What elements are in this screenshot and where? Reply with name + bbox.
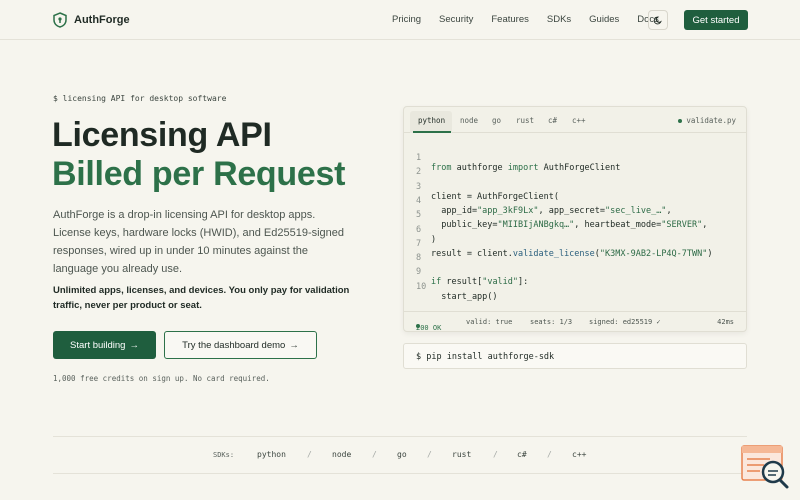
code-line: 5 public_key="MIIBIjANBgkq…", heartbeat_… bbox=[404, 200, 707, 230]
tab-csharp[interactable]: c# bbox=[548, 116, 557, 125]
tab-python[interactable]: python bbox=[418, 116, 445, 125]
tab-cpp[interactable]: c++ bbox=[572, 116, 586, 125]
code-token: "SERVER" bbox=[661, 220, 703, 231]
code-line: 3 client = AuthForgeClient( bbox=[404, 172, 559, 202]
code-token: import bbox=[507, 163, 539, 173]
arrow-right-icon: → bbox=[289, 339, 299, 351]
filename: validate.py bbox=[686, 116, 736, 125]
code-sample-card: python node go rust c# c++ validate.py 1… bbox=[403, 106, 747, 332]
file-status-dot-icon bbox=[678, 118, 683, 123]
active-tab-indicator bbox=[413, 131, 451, 133]
sdk-csharp[interactable]: c# bbox=[517, 450, 527, 459]
code-token: "K3MX-9AB2-LP4Q-7TWN" bbox=[599, 248, 708, 259]
code-token: public_key= bbox=[431, 220, 498, 231]
code-token: ]: bbox=[518, 277, 529, 288]
tab-rust[interactable]: rust bbox=[516, 116, 534, 125]
nav-link-pricing[interactable]: Pricing bbox=[392, 14, 421, 25]
sdk-cpp[interactable]: c++ bbox=[572, 450, 586, 459]
sdk-python[interactable]: python bbox=[257, 450, 286, 459]
hero-title-line1: Licensing API bbox=[52, 116, 272, 154]
status-ok-text: 200 OK bbox=[416, 324, 442, 332]
nav-link-features[interactable]: Features bbox=[491, 14, 529, 25]
sdk-go[interactable]: go bbox=[397, 450, 407, 459]
code-token: , app_secret= bbox=[538, 205, 606, 216]
free-credits-note: 1,000 free credits on sign up. No card r… bbox=[53, 374, 270, 383]
dashboard-demo-label: Try the dashboard demo bbox=[182, 339, 286, 351]
hero-title-line2: Billed per Request bbox=[52, 155, 346, 193]
nav-link-guides[interactable]: Guides bbox=[589, 14, 619, 25]
nav-link-security[interactable]: Security bbox=[439, 14, 473, 25]
brand-shield-icon bbox=[53, 12, 67, 28]
theme-toggle-button[interactable] bbox=[648, 10, 668, 30]
code-text: client = AuthForgeClient( bbox=[431, 191, 559, 202]
code-line: 4 app_id="app_3kF9Lx", app_secret="sec_l… bbox=[404, 186, 672, 216]
hero-description: AuthForge is a drop-in licensing API for… bbox=[53, 209, 345, 275]
code-token: result[ bbox=[441, 277, 483, 288]
search-widget-icon[interactable] bbox=[740, 444, 790, 490]
code-line: 10 start_app() bbox=[404, 272, 498, 302]
sdk-separator: / bbox=[427, 450, 432, 459]
sdk-separator: / bbox=[307, 450, 312, 459]
arrow-right-icon: → bbox=[129, 339, 139, 351]
moon-icon bbox=[653, 16, 662, 24]
code-token: "sec_live_…" bbox=[605, 205, 667, 216]
nav-links: Pricing Security Features SDKs Guides Do… bbox=[392, 14, 677, 25]
code-line: 8 bbox=[404, 243, 435, 263]
code-token: result = client. bbox=[431, 248, 513, 259]
response-status-bar: 200 OK valid: true seats: 1/3 signed: ed… bbox=[404, 311, 746, 332]
nav-link-sdks[interactable]: SDKs bbox=[547, 14, 571, 25]
status-seats: seats: 1/3 bbox=[530, 318, 573, 326]
code-token: "app_3kF9Lx" bbox=[477, 205, 539, 216]
code-text: start_app() bbox=[431, 291, 498, 302]
code-line: 2 bbox=[404, 157, 435, 177]
code-line: 7 result = client.validate_license("K3MX… bbox=[404, 229, 713, 259]
status-latency: 42ms bbox=[717, 318, 734, 326]
sdk-separator: / bbox=[547, 450, 552, 459]
hero-eyebrow: $ licensing API for desktop software bbox=[53, 94, 227, 103]
code-token: AuthForgeClient bbox=[538, 163, 621, 173]
code-token: "MIIBIjANBgkq…" bbox=[497, 220, 575, 231]
dashboard-demo-button[interactable]: Try the dashboard demo → bbox=[164, 331, 317, 359]
code-line: 9 if result["valid"]: bbox=[404, 257, 528, 287]
status-signed: signed: ed25519 ✓ bbox=[589, 318, 661, 326]
sdk-strip: SDKs: python / node / go / rust / c# / c… bbox=[53, 436, 747, 474]
top-navbar: AuthForge Pricing Security Features SDKs… bbox=[0, 0, 800, 40]
code-token: , bbox=[666, 205, 672, 216]
language-tabs: python node go rust c# c++ validate.py bbox=[404, 107, 746, 133]
tab-go[interactable]: go bbox=[492, 116, 501, 125]
code-line: 1 from authforge import AuthForgeClient bbox=[404, 143, 620, 173]
start-building-label: Start building bbox=[70, 339, 126, 351]
sdk-rust[interactable]: rust bbox=[452, 450, 471, 459]
status-valid: valid: true bbox=[466, 318, 513, 326]
brand-name: AuthForge bbox=[74, 14, 130, 26]
brand-logo-link[interactable]: AuthForge bbox=[53, 12, 130, 28]
sdk-node[interactable]: node bbox=[332, 450, 351, 459]
code-line: 6 ) bbox=[404, 215, 436, 245]
sdk-separator: / bbox=[372, 450, 377, 459]
sdk-separator: / bbox=[493, 450, 498, 459]
code-token: ) bbox=[707, 248, 713, 259]
start-building-button[interactable]: Start building → bbox=[53, 331, 156, 359]
sdk-strip-label: SDKs: bbox=[213, 451, 235, 459]
code-token: authforge bbox=[451, 163, 508, 173]
code-token: app_id= bbox=[431, 205, 478, 216]
code-token: validate_license bbox=[512, 248, 595, 259]
install-command[interactable]: $ pip install authforge-sdk bbox=[403, 343, 747, 369]
code-token: , heartbeat_mode= bbox=[574, 220, 662, 231]
hero-note: Unlimited apps, licenses, and devices. Y… bbox=[53, 285, 350, 311]
line-number: 10 bbox=[416, 281, 427, 292]
filename-label: validate.py bbox=[678, 116, 736, 125]
hero-title: Licensing API Billed per Request bbox=[52, 116, 345, 194]
code-token: , bbox=[702, 220, 708, 231]
code-token: "valid" bbox=[482, 277, 519, 288]
get-started-button[interactable]: Get started bbox=[684, 10, 748, 30]
tab-node[interactable]: node bbox=[460, 116, 478, 125]
